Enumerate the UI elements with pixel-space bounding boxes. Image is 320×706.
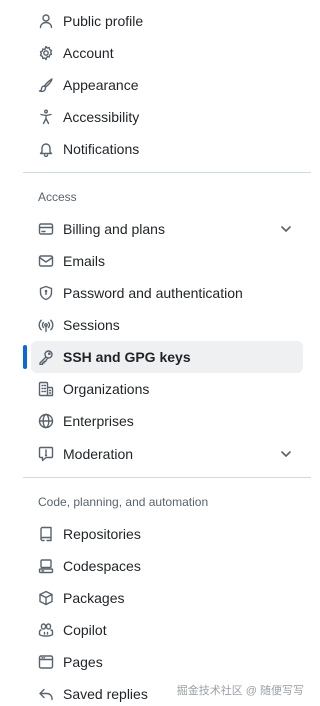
nav-item-codespaces[interactable]: Codespaces	[31, 550, 303, 582]
credit-card-icon	[38, 221, 54, 237]
browser-icon	[38, 654, 54, 670]
nav-item-label: Pages	[63, 654, 103, 670]
organization-icon	[38, 381, 54, 397]
section-divider	[23, 477, 311, 478]
nav-item-emails[interactable]: Emails	[31, 245, 303, 277]
nav-item-enterprises[interactable]: Enterprises	[31, 405, 303, 437]
reply-icon	[38, 686, 54, 702]
nav-item-notifications[interactable]: Notifications	[31, 133, 303, 165]
active-indicator	[23, 345, 27, 369]
mail-icon	[38, 253, 54, 269]
section-divider	[23, 172, 311, 173]
bell-icon	[38, 141, 54, 157]
nav-item-label: Saved replies	[63, 686, 148, 702]
accessibility-icon	[38, 109, 54, 125]
broadcast-icon	[38, 317, 54, 333]
repo-icon	[38, 526, 54, 542]
nav-item-label: Public profile	[63, 13, 144, 29]
nav-item-label: Packages	[63, 590, 125, 606]
nav-item-label: Password and authentication	[63, 285, 243, 301]
watermark: 掘金技术社区 @ 随便写写	[176, 685, 304, 697]
nav-item-copilot[interactable]: Copilot	[31, 614, 303, 646]
nav-item-sessions[interactable]: Sessions	[31, 309, 303, 341]
nav-item-public-profile[interactable]: Public profile	[31, 5, 303, 37]
person-icon	[38, 13, 54, 29]
nav-item-label: Emails	[63, 253, 106, 269]
nav-item-label: Appearance	[63, 77, 139, 93]
nav-item-packages[interactable]: Packages	[31, 582, 303, 614]
nav-item-billing-and-plans[interactable]: Billing and plans	[31, 213, 303, 245]
nav-item-label: Organizations	[63, 381, 150, 397]
nav-item-label: Copilot	[63, 622, 107, 638]
section-heading-code: Code, planning, and automation	[38, 495, 209, 509]
nav-item-label: Accessibility	[63, 109, 140, 125]
package-icon	[38, 590, 54, 606]
nav-item-repositories[interactable]: Repositories	[31, 518, 303, 550]
nav-item-label: Account	[63, 45, 114, 61]
report-icon	[38, 446, 54, 462]
chevron-down-icon[interactable]	[279, 447, 293, 461]
nav-item-accessibility[interactable]: Accessibility	[31, 101, 303, 133]
nav-item-label: Sessions	[63, 317, 120, 333]
shield-lock-icon	[38, 285, 54, 301]
key-icon	[38, 349, 54, 365]
nav-item-label: SSH and GPG keys	[63, 349, 191, 365]
nav-item-password-and-authentication[interactable]: Password and authentication	[31, 277, 303, 309]
chevron-down-icon[interactable]	[279, 222, 293, 236]
nav-item-label: Billing and plans	[63, 221, 165, 237]
nav-item-organizations[interactable]: Organizations	[31, 373, 303, 405]
gear-icon	[38, 45, 54, 61]
nav-item-label: Moderation	[63, 446, 134, 462]
codespaces-icon	[38, 558, 54, 574]
nav-item-pages[interactable]: Pages	[31, 646, 303, 678]
paintbrush-icon	[38, 77, 54, 93]
nav-item-label: Codespaces	[63, 558, 141, 574]
globe-icon	[38, 413, 54, 429]
nav-item-label: Enterprises	[63, 413, 134, 429]
section-heading-access: Access	[38, 190, 77, 204]
nav-item-moderation[interactable]: Moderation	[31, 438, 303, 470]
nav-item-label: Notifications	[63, 141, 140, 157]
nav-item-account[interactable]: Account	[31, 37, 303, 69]
copilot-icon	[38, 622, 54, 638]
nav-item-ssh-and-gpg-keys[interactable]: SSH and GPG keys	[31, 341, 303, 373]
nav-item-label: Repositories	[63, 526, 141, 542]
nav-item-appearance[interactable]: Appearance	[31, 69, 303, 101]
